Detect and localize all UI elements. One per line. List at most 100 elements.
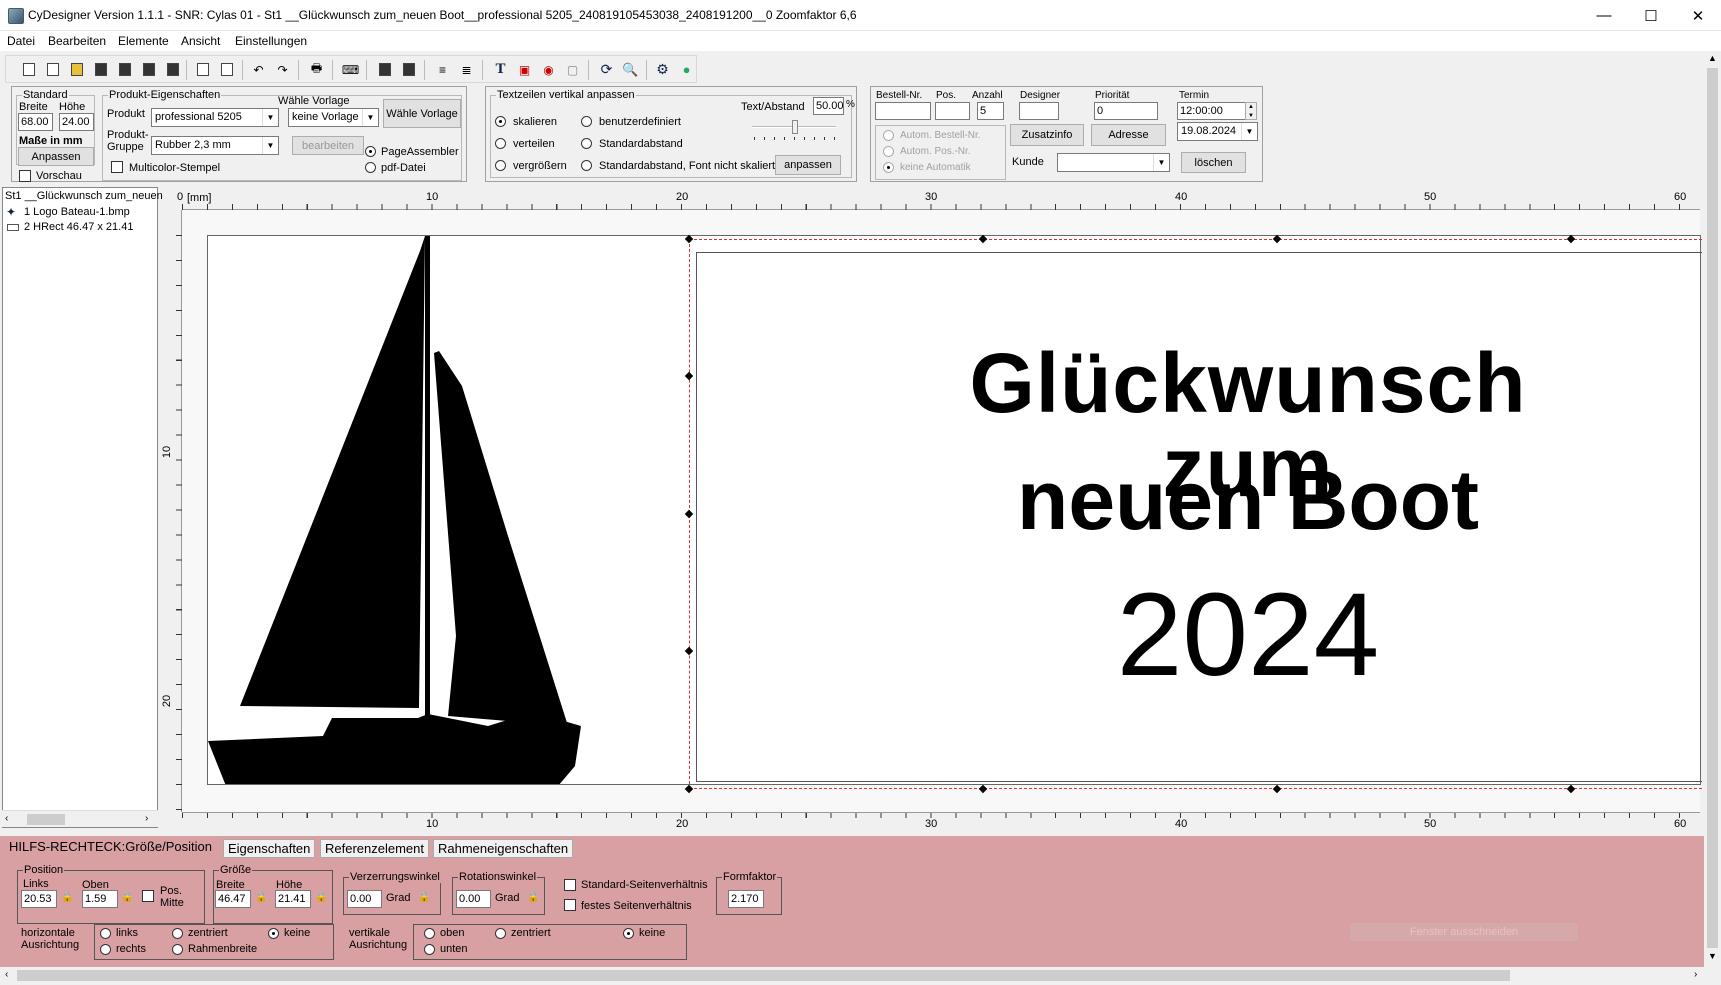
prioritaet-input[interactable]: 0 — [1094, 102, 1158, 120]
pdf-radio[interactable] — [365, 162, 376, 173]
menu-bearbeiten[interactable]: Bearbeiten — [48, 34, 106, 48]
zoom-icon[interactable]: 🔍 — [622, 61, 639, 78]
textzeilen-anpassen-button[interactable]: anpassen — [775, 155, 841, 175]
gruppe-select[interactable]: Rubber 2,3 mm ▼ — [151, 136, 279, 155]
time-spinner[interactable]: ▲ ▼ — [1245, 102, 1257, 120]
abstand-input[interactable]: 50.00 — [813, 97, 844, 115]
std-seiten-checkbox[interactable] — [564, 879, 576, 891]
settings-gear-icon[interactable]: ⚙ — [654, 61, 671, 78]
skalieren-radio[interactable] — [495, 116, 506, 127]
v-zentriert-radio[interactable] — [495, 928, 506, 939]
h-keine-radio[interactable] — [268, 928, 279, 939]
lock-icon[interactable]: 🔒 — [315, 892, 327, 903]
vergroessern-radio[interactable] — [495, 160, 506, 171]
tree-scroll-thumb[interactable] — [27, 814, 65, 825]
bestell-input[interactable] — [875, 102, 931, 120]
copy-element-icon[interactable] — [194, 61, 211, 78]
multicolor-checkbox[interactable] — [111, 161, 123, 173]
tree-root[interactable]: St1 __Glückwunsch zum_neuen — [5, 190, 163, 202]
scroll-right-icon[interactable]: › — [145, 813, 148, 824]
termin-date-select[interactable]: 19.08.2024 ▼ — [1177, 122, 1258, 141]
shape-tool-icon[interactable]: ◉ — [540, 61, 557, 78]
scroll-up-icon[interactable]: ▲ — [1708, 53, 1717, 63]
lock-icon[interactable]: 🔒 — [418, 892, 430, 903]
pos-input[interactable] — [935, 102, 970, 120]
h-links-radio[interactable] — [100, 928, 111, 939]
menu-elemente[interactable]: Elemente — [118, 34, 169, 48]
festes-seiten-checkbox[interactable] — [564, 899, 576, 911]
pageassembler-radio[interactable] — [365, 146, 376, 157]
scroll-down-icon[interactable]: ▼ — [1708, 951, 1717, 961]
termin-time-input[interactable]: 12:00:00 — [1177, 102, 1251, 120]
standard-breite-input[interactable]: 68.00 — [18, 113, 53, 131]
image-tool-icon[interactable]: ▣ — [516, 61, 533, 78]
v-oben-radio[interactable] — [424, 928, 435, 939]
main-hscroll-thumb[interactable] — [17, 970, 1510, 981]
lock-icon[interactable]: 🔒 — [61, 892, 73, 903]
loeschen-button[interactable]: löschen — [1181, 152, 1246, 173]
tab-eigenschaften[interactable]: Eigenschaften — [223, 839, 316, 858]
open-folder-icon[interactable] — [68, 61, 85, 78]
pos-mitte-checkbox[interactable] — [142, 890, 154, 902]
kunde-select[interactable]: ▼ — [1057, 153, 1170, 172]
main-vscrollbar[interactable]: ▲ ▼ — [1704, 51, 1721, 967]
auto-pos-radio[interactable] — [883, 146, 894, 157]
menu-einstellungen[interactable]: Einstellungen — [235, 34, 307, 48]
stamp-icon[interactable] — [376, 61, 393, 78]
new-file-icon[interactable] — [20, 61, 37, 78]
anzahl-input[interactable]: 5 — [977, 102, 1004, 120]
refresh-icon[interactable]: ⟳ — [598, 61, 615, 78]
stamp-document[interactable]: Glückwunsch zum neuen Boot 2024 — [207, 234, 1702, 794]
menu-ansicht[interactable]: Ansicht — [181, 34, 220, 48]
standardabstand-font-radio[interactable] — [581, 160, 592, 171]
verzerrung-input[interactable]: 0.00 — [347, 890, 382, 908]
keine-automatik-radio[interactable] — [883, 162, 894, 173]
stamp-text-line2[interactable]: neuen Boot — [908, 458, 1588, 542]
paste-element-icon[interactable] — [218, 61, 235, 78]
h-rahmenbreite-radio[interactable] — [172, 944, 183, 955]
text-tool-icon[interactable]: T — [492, 61, 509, 78]
main-hscrollbar[interactable]: ‹ › — [0, 967, 1705, 984]
pos-oben-input[interactable]: 1.59 — [82, 890, 118, 908]
vorschau-checkbox[interactable] — [19, 170, 31, 182]
distribute-lines-icon[interactable]: ≣ — [458, 61, 475, 78]
redo-icon[interactable]: ↷ — [274, 61, 291, 78]
size-hoehe-input[interactable]: 21.41 — [275, 890, 311, 908]
keyboard-icon[interactable]: ⌨ — [342, 61, 359, 78]
align-lines-icon[interactable]: ≡ — [434, 61, 451, 78]
pos-links-input[interactable]: 20.53 — [21, 890, 57, 908]
tree-item-hrect[interactable]: 2 HRect 46.47 x 21.41 — [24, 221, 133, 233]
stamp-multi-icon[interactable] — [400, 61, 417, 78]
rotation-input[interactable]: 0.00 — [456, 890, 491, 908]
abstand-slider-thumb[interactable] — [792, 120, 798, 134]
vorlage-select[interactable]: keine Vorlage ▼ — [288, 108, 379, 127]
minimize-button[interactable]: — — [1581, 0, 1627, 31]
h-rechts-radio[interactable] — [100, 944, 111, 955]
tree-item-logo[interactable]: 1 Logo Bateau-1.bmp — [24, 206, 130, 218]
scroll-right-icon[interactable]: › — [1694, 969, 1697, 980]
sailboat-logo[interactable] — [208, 236, 618, 784]
stamp-text-line3[interactable]: 2024 — [908, 576, 1588, 694]
v-unten-radio[interactable] — [424, 944, 435, 955]
save-as-icon[interactable] — [92, 61, 109, 78]
print-icon[interactable]: 🖶 — [308, 61, 325, 78]
scroll-left-icon[interactable]: ‹ — [5, 969, 8, 980]
tab-referenzelement[interactable]: Referenzelement — [320, 839, 429, 858]
zusatzinfo-button[interactable]: Zusatzinfo — [1010, 124, 1084, 146]
auto-bestell-radio[interactable] — [883, 130, 894, 141]
benutzer-radio[interactable] — [581, 116, 592, 127]
undo-icon[interactable]: ↶ — [250, 61, 267, 78]
tree-scrollbar[interactable]: ‹ › — [2, 810, 158, 827]
adresse-button[interactable]: Adresse — [1091, 124, 1166, 146]
h-zentriert-radio[interactable] — [172, 928, 183, 939]
frame-tool-icon[interactable]: ▢ — [564, 61, 581, 78]
standard-hoehe-input[interactable]: 24.00 — [59, 113, 94, 131]
fenster-ausschneiden-button[interactable]: Fenster ausschneiden — [1349, 922, 1579, 942]
globe-icon[interactable]: ● — [678, 61, 695, 78]
lock-icon[interactable]: 🔒 — [527, 892, 539, 903]
save-icon[interactable] — [116, 61, 133, 78]
designer-input[interactable] — [1019, 102, 1059, 120]
bearbeiten-button[interactable]: bearbeiten — [292, 136, 364, 155]
verteilen-radio[interactable] — [495, 138, 506, 149]
scroll-left-icon[interactable]: ‹ — [5, 813, 8, 824]
